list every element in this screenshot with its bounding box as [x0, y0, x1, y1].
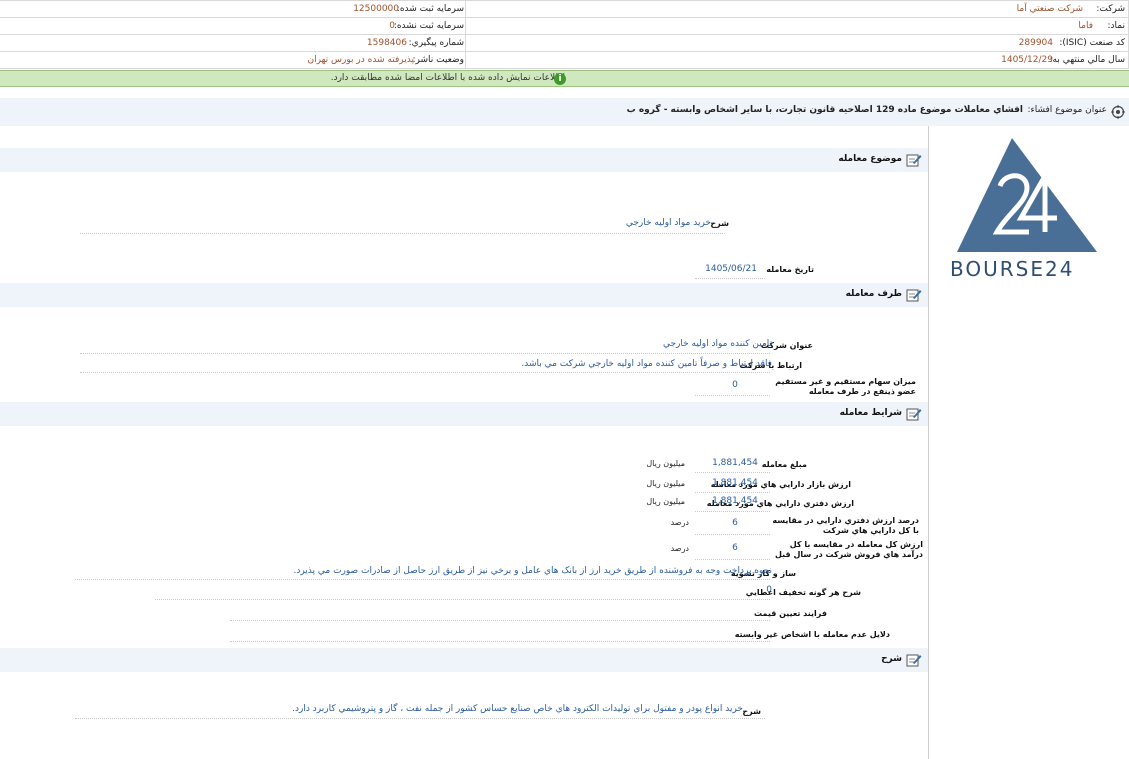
reg-capital-value: 12500000 [353, 4, 399, 14]
symbol-label: نماد: [1107, 21, 1126, 31]
section-description: شرح [0, 648, 928, 672]
disclosure-subject-bar: عنوان موضوع افشاء: افشاي معاملات موضوع م… [0, 98, 1129, 126]
description-value: خريد انواع پودر و مفتول براي توليدات الک… [292, 704, 743, 714]
section-party-title: طرف معامله [845, 289, 902, 299]
subject-value: افشاي معاملات موضوع ماده 129 اصلاحيه قان… [626, 105, 1023, 115]
terms-row-unit: درصد [670, 518, 689, 527]
section-party: طرف معامله [0, 283, 928, 307]
reasons-label: دلايل عدم معامله با اشخاص غير وابسته [734, 630, 890, 639]
terms-row-value: 6 [732, 518, 738, 528]
subject-desc-value: خريد مواد اوليه خارجي [625, 218, 711, 228]
fiscal-value: 1405/12/29 [1001, 55, 1053, 65]
section-subject-title: موضوع معامله [838, 154, 902, 164]
terms-row-unit: درصد [670, 544, 689, 553]
logo-triangle-icon [957, 138, 1097, 252]
unreg-capital-label: سرمايه ثبت نشده: [393, 21, 464, 31]
section-description-title: شرح [881, 654, 902, 664]
terms-row-value: 6 [732, 543, 738, 553]
section-terms-title: شرايط معامله [839, 408, 902, 418]
company-label: شرکت: [1096, 4, 1125, 14]
party-relation-value: فاقد ارتباط و صرفاً تامين کننده مواد اول… [521, 359, 772, 369]
info-icon: i [554, 73, 566, 85]
section-subject: موضوع معامله [0, 148, 928, 172]
terms-row-unit: ميليون ريال [646, 497, 685, 506]
terms-row-value: 1,881,454 [712, 478, 758, 488]
edit-note-icon [906, 154, 922, 167]
symbol-value: فاما [1078, 21, 1093, 31]
party-company-value: تامين کننده مواد اوليه خارجي [662, 339, 772, 349]
section-terms: شرايط معامله [0, 402, 928, 426]
status-label: وضعيت ناشر: [412, 55, 464, 65]
terms-row-unit: ميليون ريال [646, 479, 685, 488]
terms-row-value: 1,881,454 [712, 458, 758, 468]
party-shares-value: 0 [732, 380, 738, 390]
settlement-value: نحوه پرداخت وجه به فروشنده از طريق خريد … [293, 566, 772, 576]
reg-capital-label: سرمايه ثبت شده: [396, 4, 464, 14]
company-value: شرکت صنعتي آما [1016, 4, 1083, 14]
column-divider [928, 126, 929, 759]
party-shares-label: ميزان سهام مستقيم و غير مستقيم عضو ذينفع… [775, 377, 916, 396]
target-icon [1111, 105, 1125, 119]
discount-value: 0 [766, 585, 772, 595]
pricing-label: فرايند تعيين قيمت [753, 609, 827, 618]
description-label: شرح [742, 707, 761, 716]
signature-notice: اطلاعات نمايش داده شده با اطلاعات امضا ش… [0, 70, 1129, 87]
edit-note-icon [906, 654, 922, 667]
discount-label: شرح هر گونه تخفيف اعطايي [745, 588, 861, 597]
terms-row-unit: ميليون ريال [646, 459, 685, 468]
terms-row-label: ارزش کل معامله در مقايسه با کل درآمد هاي… [775, 540, 923, 559]
edit-note-icon [906, 408, 922, 421]
notice-text: اطلاعات نمايش داده شده با اطلاعات امضا ش… [330, 73, 565, 83]
logo-text: BOURSE24 [950, 257, 1075, 281]
subject-label: عنوان موضوع افشاء: [1027, 105, 1107, 115]
isic-label: کد صنعت (ISIC): [1059, 38, 1125, 48]
terms-row-value: 1,881,454 [712, 496, 758, 506]
terms-row-label: درصد ارزش دفتري دارايي در مقايسه با کل د… [772, 516, 919, 535]
unreg-capital-value: 0 [389, 21, 395, 31]
tracking-label: شماره پيگيري: [408, 38, 464, 48]
transaction-date-label: تاريخ معامله [766, 265, 814, 274]
edit-note-icon [906, 289, 922, 302]
status-value: پذيرفته شده در بورس تهران [307, 55, 414, 65]
subject-desc-label: شرح [710, 219, 729, 228]
bourse24-logo: BOURSE24 [945, 136, 1110, 286]
isic-value: 289904 [1018, 38, 1053, 48]
transaction-date-value: 1405/06/21 [705, 264, 757, 274]
fiscal-label: سال مالي منتهي به: [1049, 55, 1125, 65]
tracking-value: 1598406 [366, 38, 407, 48]
